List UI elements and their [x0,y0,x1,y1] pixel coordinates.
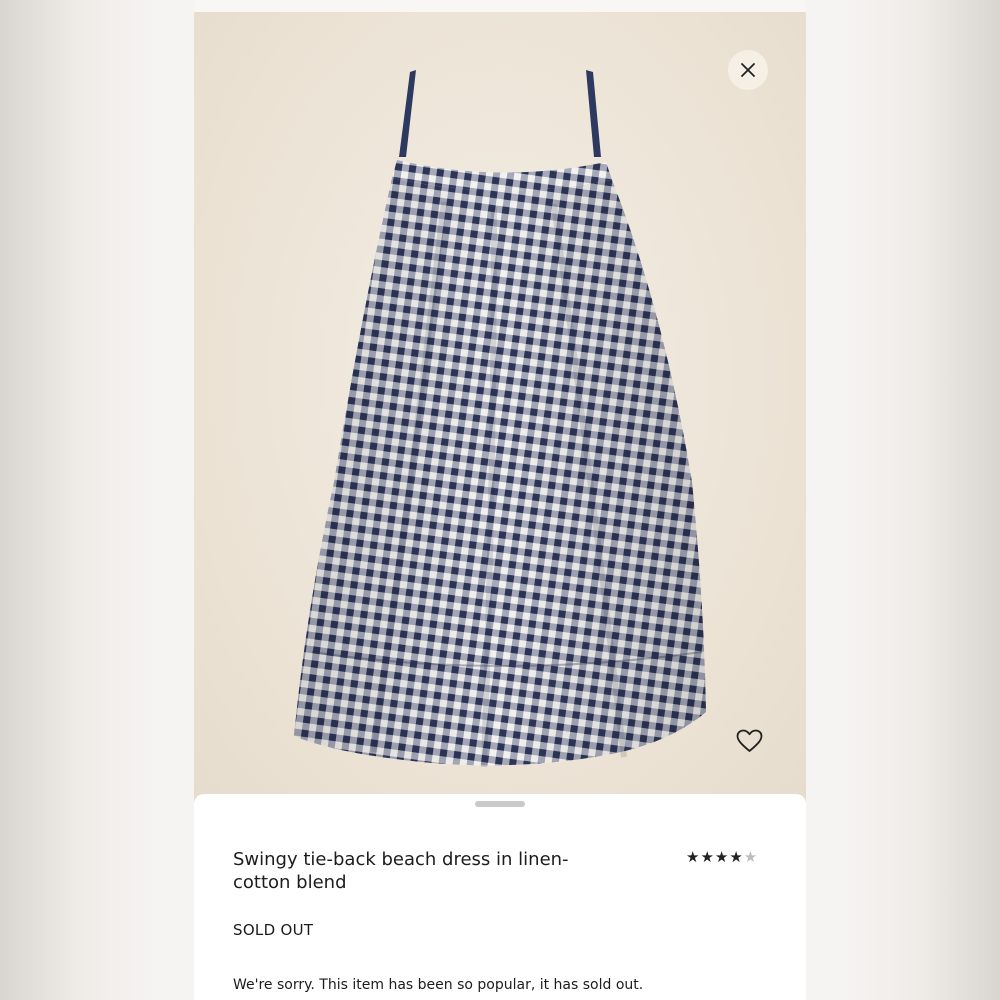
dress-strap-right [586,70,601,157]
sheet-drag-handle[interactable] [475,801,525,807]
close-icon [741,63,755,77]
close-button[interactable] [728,50,768,90]
rating-stars[interactable]: ★★★★★ [686,848,758,866]
top-strip [194,0,806,12]
stock-status: SOLD OUT [233,921,314,939]
product-image-area [194,12,806,812]
product-image-dress [294,70,706,768]
sold-out-message: We're sorry. This item has been so popul… [233,977,644,993]
product-details-sheet: Swingy tie-back beach dress in linen-cot… [194,794,806,1000]
rating-partial-star: ★ [743,848,759,866]
favorite-button[interactable] [734,726,764,756]
product-viewer: Swingy tie-back beach dress in linen-cot… [194,12,806,1000]
rating-filled-stars: ★★★★ [686,848,744,866]
heart-icon [736,729,762,752]
product-title: Swingy tie-back beach dress in linen-cot… [233,849,569,893]
dress-strap-left [399,70,416,157]
